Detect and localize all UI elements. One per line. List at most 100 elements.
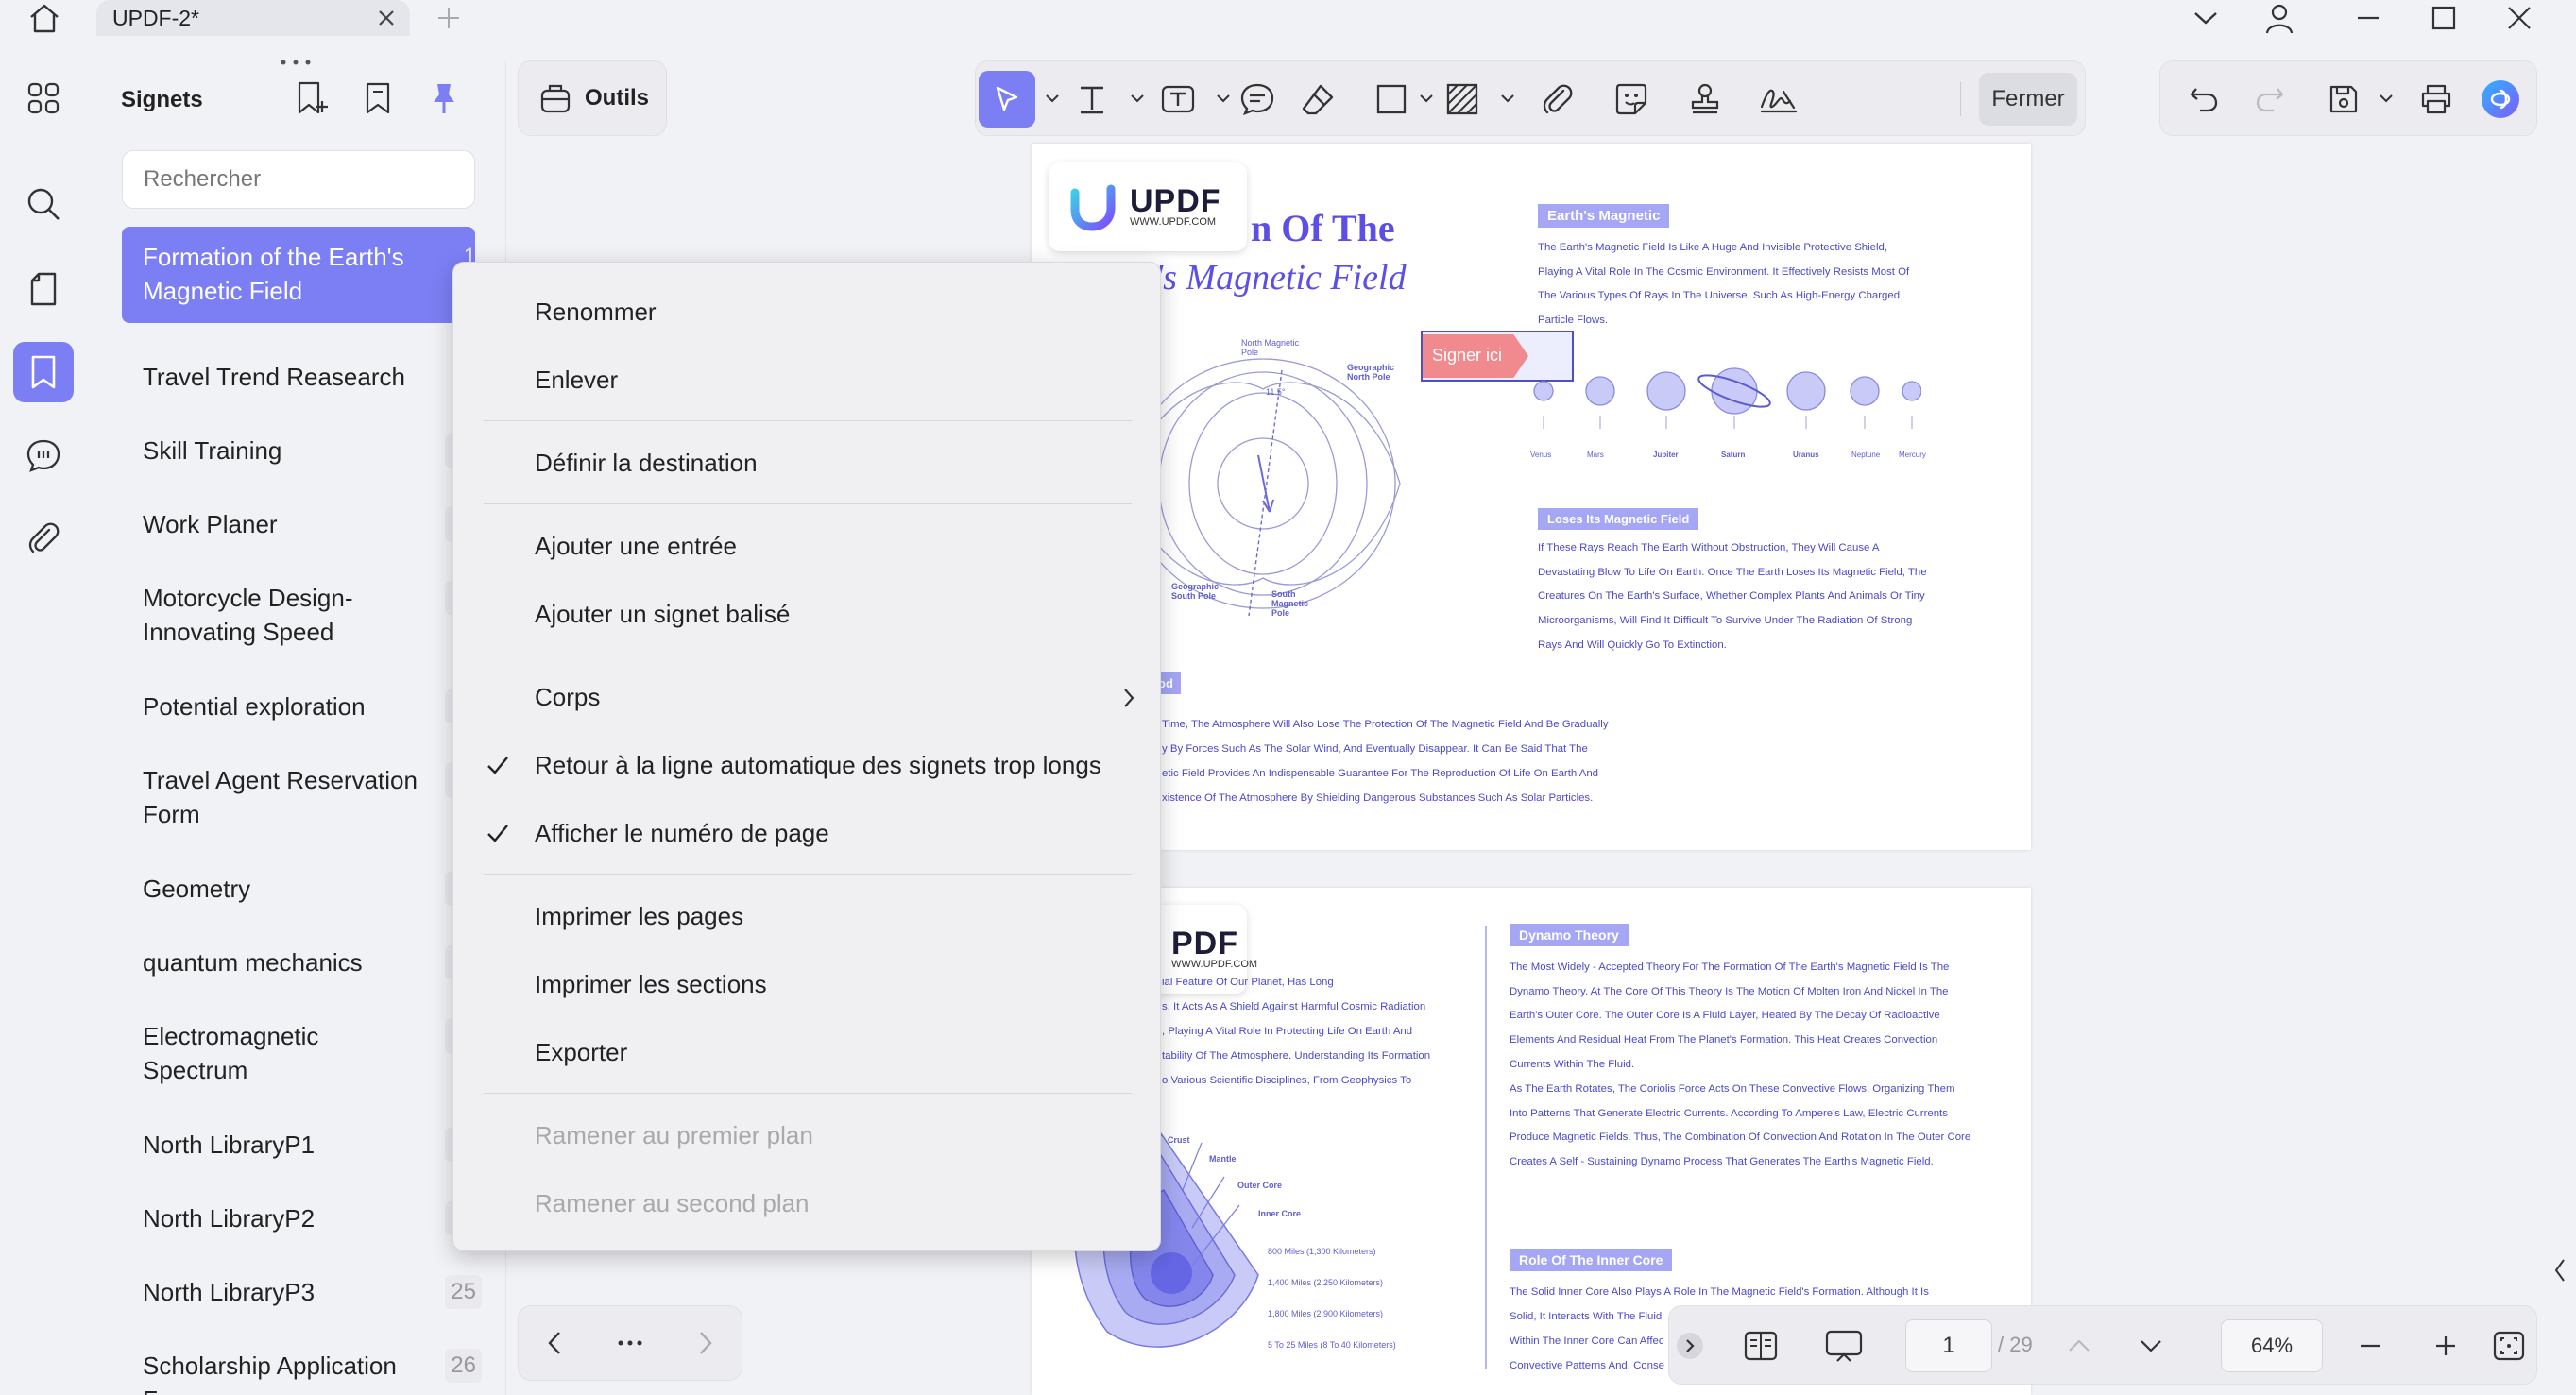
comments-icon[interactable]: [13, 425, 74, 485]
menu-rename-label: Renommer: [535, 297, 657, 326]
redo-icon[interactable]: [2242, 71, 2298, 128]
depth-label: 5 To 25 Miles (8 To 40 Kilometers): [1268, 1340, 1396, 1350]
search-icon[interactable]: [13, 174, 74, 234]
page-layout-icon[interactable]: [1737, 1318, 1784, 1374]
menu-export[interactable]: Exporter: [453, 1028, 1162, 1077]
add-bookmark-icon[interactable]: [293, 79, 331, 117]
more-icon[interactable]: [618, 1339, 642, 1347]
menu-set-destination[interactable]: Définir la destination: [453, 438, 1162, 487]
textbox-dropdown-icon[interactable]: [1217, 94, 1230, 103]
submenu-arrow-icon: [1124, 689, 1134, 707]
close-tools-button[interactable]: Fermer: [1979, 73, 2077, 126]
tools-button[interactable]: Outils: [518, 60, 667, 136]
account-icon[interactable]: [2258, 0, 2301, 36]
bookmark-item[interactable]: Geometry20: [122, 859, 482, 919]
eraser-tool-icon[interactable]: [1289, 71, 1346, 128]
paperclip-icon[interactable]: [1529, 71, 1586, 128]
minimize-icon[interactable]: [2346, 0, 2390, 36]
menu-add-entry[interactable]: Ajouter une entrée: [453, 521, 1162, 570]
collapse-bar-icon[interactable]: [1673, 1318, 1707, 1374]
zoom-level[interactable]: 64%: [2221, 1319, 2323, 1372]
menu-send-back-label: Ramener au second plan: [535, 1188, 810, 1217]
stamp-icon[interactable]: [1677, 71, 1733, 128]
signature-icon[interactable]: [1750, 71, 1807, 128]
bookmark-item[interactable]: Potential exploration18: [122, 676, 482, 737]
bookmark-item[interactable]: North LibraryP123: [122, 1114, 482, 1175]
presentation-icon[interactable]: [1820, 1318, 1868, 1374]
bookmark-item[interactable]: Travel Trend Reasearch6: [122, 347, 482, 407]
hatch-area-icon[interactable]: [1434, 71, 1491, 128]
bookmark-item[interactable]: North LibraryP224: [122, 1188, 482, 1249]
zoom-out-icon[interactable]: [2351, 1318, 2389, 1374]
prev-bookmark-icon[interactable]: [546, 1330, 563, 1356]
p2-left-line4: tability Of The Atmosphere. Understandin…: [1162, 1050, 1431, 1062]
attachment-icon[interactable]: [13, 508, 74, 569]
page-number-input[interactable]: [1905, 1319, 1992, 1372]
previous-page-icon[interactable]: [2060, 1318, 2098, 1374]
textbox-tool-icon[interactable]: [1150, 71, 1206, 128]
drag-handle-icon[interactable]: [280, 59, 312, 66]
next-page-icon[interactable]: [2132, 1318, 2170, 1374]
select-dropdown-icon[interactable]: [1046, 94, 1059, 103]
close-window-icon[interactable]: [2498, 0, 2541, 36]
bookmark-item[interactable]: North LibraryP3 25: [122, 1262, 482, 1322]
geographic-north-label: Geographic North Pole: [1347, 363, 1395, 382]
search-input[interactable]: [122, 150, 475, 209]
rectangle-tool-icon[interactable]: [1363, 71, 1420, 128]
pin-icon[interactable]: [425, 79, 463, 117]
comment-tool-icon[interactable]: [1229, 71, 1286, 128]
home-icon[interactable]: [23, 0, 66, 36]
bookmark-label: Scholarship Application Form: [143, 1352, 397, 1395]
bookmark-item[interactable]: Motorcycle Design-Innovating Speed17: [122, 568, 482, 662]
thumbnails-icon[interactable]: [13, 68, 74, 128]
menu-add-tagged-bookmark[interactable]: Ajouter un signet balisé: [453, 589, 1162, 638]
menu-show-page-number[interactable]: Afficher le numéro de page: [453, 808, 1162, 858]
bookmark-outline-icon[interactable]: [359, 79, 397, 117]
next-bookmark-icon[interactable]: [697, 1330, 714, 1356]
hatch-dropdown-icon[interactable]: [1501, 94, 1514, 103]
menu-bring-to-front: Ramener au premier plan: [453, 1111, 1162, 1160]
bookmark-item[interactable]: Formation of the Earth's Magnetic Field 1: [122, 227, 476, 323]
menu-body[interactable]: Corps: [453, 672, 1162, 722]
fit-page-icon[interactable]: [2487, 1318, 2531, 1374]
bookmark-item[interactable]: Scholarship Application Form 26: [122, 1335, 482, 1395]
maximize-icon[interactable]: [2422, 0, 2465, 36]
logo-wordmark-2: PDF: [1171, 926, 1238, 961]
menu-wrap-long-bookmarks[interactable]: Retour à la ligne automatique des signet…: [453, 740, 1162, 790]
menu-remove[interactable]: Enlever: [453, 355, 1162, 404]
ai-assistant-icon[interactable]: [2472, 71, 2529, 128]
close-tab-icon[interactable]: [372, 4, 401, 32]
text-tool-icon[interactable]: [1064, 71, 1120, 128]
sign-here-flag: Signer ici: [1423, 334, 1528, 378]
undo-icon[interactable]: [2175, 71, 2232, 128]
depth-label: 1,400 Miles (2,250 Kilometers): [1268, 1278, 1384, 1287]
bookmark-item[interactable]: quantum mechanics21: [122, 932, 482, 993]
bookmark-item[interactable]: Skill Training15: [122, 420, 482, 481]
save-dropdown-icon[interactable]: [2380, 94, 2393, 103]
chevron-down-icon[interactable]: [2184, 0, 2227, 36]
menu-add-tagged-label: Ajouter un signet balisé: [535, 599, 791, 628]
planets-illustration: [1533, 367, 1921, 429]
zoom-in-icon[interactable]: [2427, 1318, 2465, 1374]
menu-print-pages[interactable]: Imprimer les pages: [453, 892, 1162, 941]
bookmark-item[interactable]: Electromagnetic Spectrum22: [122, 1006, 482, 1100]
scrollbar-edge[interactable]: [2550, 1256, 2576, 1294]
angle-label: 11.5°: [1266, 387, 1286, 397]
select-tool-icon[interactable]: [979, 71, 1035, 128]
menu-print-pages-label: Imprimer les pages: [535, 901, 744, 930]
new-tab-icon[interactable]: [427, 0, 470, 36]
text-dropdown-icon[interactable]: [1131, 94, 1144, 103]
print-icon[interactable]: [2408, 71, 2465, 128]
shape-dropdown-icon[interactable]: [1420, 94, 1433, 103]
menu-rename[interactable]: Renommer: [453, 287, 1162, 336]
document-tab[interactable]: UPDF-2*: [96, 0, 410, 36]
menu-print-sections[interactable]: Imprimer les sections: [453, 960, 1162, 1009]
bookmark-item[interactable]: Work Planer16: [122, 494, 482, 554]
bookmarks-icon[interactable]: [13, 342, 74, 402]
bookmark-item[interactable]: Travel Agent Reservation Form19: [122, 750, 482, 844]
sticker-icon[interactable]: [1603, 71, 1660, 128]
page-total: / 29: [1998, 1333, 2033, 1356]
save-icon[interactable]: [2315, 71, 2372, 128]
document-page-1[interactable]: UPDF WWW.UPDF.COM n Of The h's Magnetic …: [1032, 144, 2031, 850]
pages-icon[interactable]: [13, 259, 74, 319]
